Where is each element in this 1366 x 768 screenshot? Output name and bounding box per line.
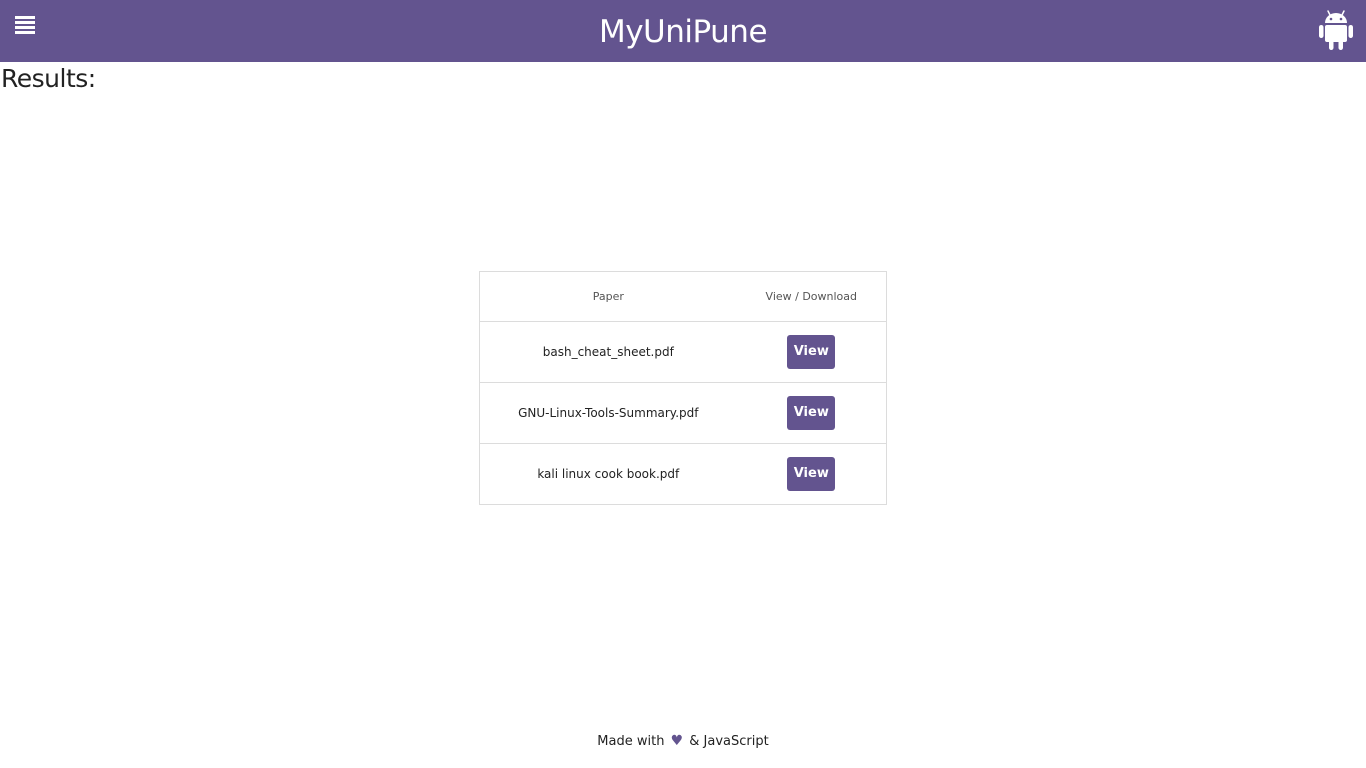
paper-name: bash_cheat_sheet.pdf (479, 321, 737, 383)
top-app-bar: MyUniPune (0, 0, 1366, 62)
table-row: GNU-Linux-Tools-Summary.pdf View (479, 382, 887, 444)
view-button[interactable]: View (787, 396, 836, 430)
view-cell: View (736, 321, 887, 383)
table-header-row: Paper View / Download (479, 271, 887, 322)
view-cell: View (736, 443, 887, 505)
column-header-view-download: View / Download (736, 271, 887, 322)
heart-icon: ♥ (670, 733, 684, 749)
view-button[interactable]: View (787, 335, 836, 369)
android-icon[interactable] (1318, 8, 1354, 52)
hamburger-menu-icon[interactable] (15, 16, 35, 34)
paper-name: kali linux cook book.pdf (479, 443, 737, 505)
paper-name: GNU-Linux-Tools-Summary.pdf (479, 382, 737, 444)
view-cell: View (736, 382, 887, 444)
footer-suffix: & JavaScript (689, 734, 769, 749)
footer: Made with ♥ & JavaScript (0, 733, 1366, 749)
table-row: kali linux cook book.pdf View (479, 443, 887, 505)
results-heading: Results: (1, 64, 96, 93)
results-table: Paper View / Download bash_cheat_sheet.p… (479, 271, 887, 505)
view-button[interactable]: View (787, 457, 836, 491)
footer-prefix: Made with (597, 734, 665, 749)
table-row: bash_cheat_sheet.pdf View (479, 321, 887, 383)
column-header-paper: Paper (479, 271, 737, 322)
app-title: MyUniPune (598, 14, 768, 50)
